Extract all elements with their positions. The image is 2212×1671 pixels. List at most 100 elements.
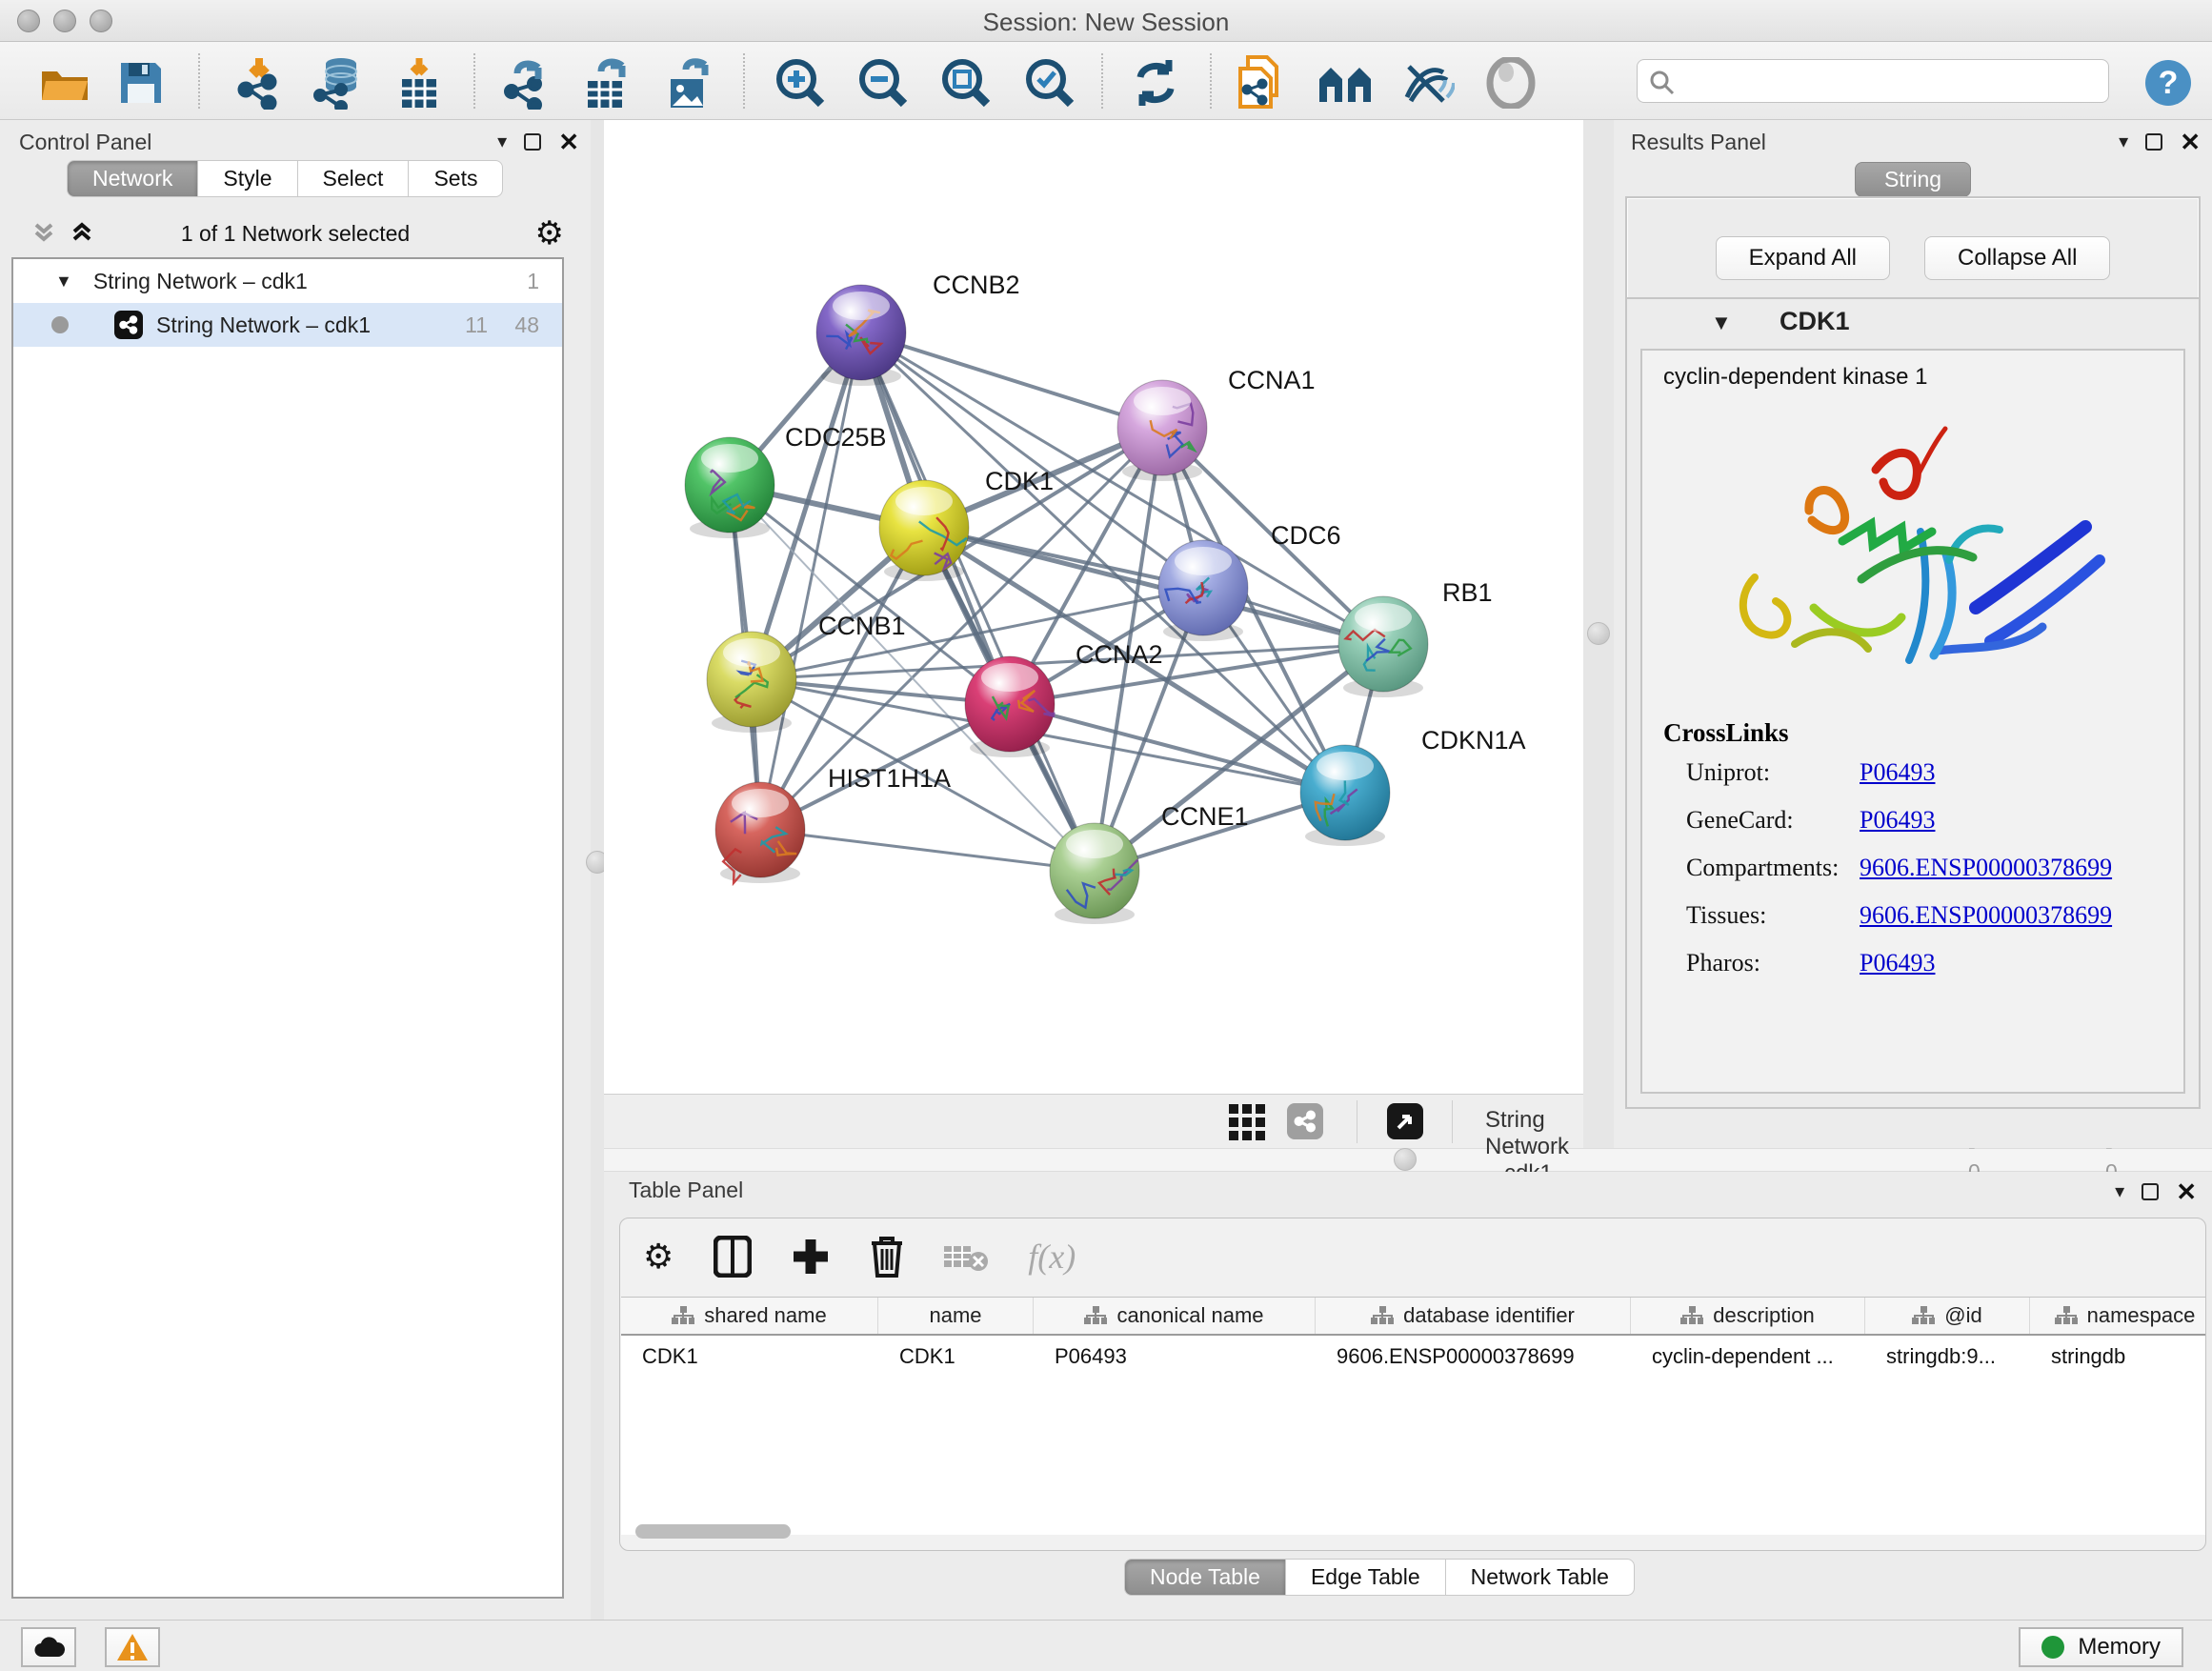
panel-close-icon[interactable]: ✕: [2176, 1183, 2197, 1200]
column-header-canonical-name[interactable]: canonical name: [1034, 1298, 1316, 1334]
gear-icon[interactable]: ⚙: [535, 217, 564, 250]
panel-float-icon[interactable]: [2142, 1183, 2159, 1200]
tab-edge-table[interactable]: Edge Table: [1286, 1559, 1446, 1596]
table-row[interactable]: CDK1CDK1P064939606.ENSP00000378699cyclin…: [621, 1336, 2205, 1378]
warnings-button[interactable]: [105, 1627, 160, 1667]
horizontal-scrollbar-thumb[interactable]: [635, 1524, 791, 1539]
tab-node-table[interactable]: Node Table: [1124, 1559, 1286, 1596]
table-cell[interactable]: stringdb:9...: [1865, 1336, 2030, 1378]
network-canvas[interactable]: CCNB2CCNA1CDC25BCDK1CDC6RB1CCNB1CCNA2CDK…: [604, 120, 1583, 1094]
node-result-header[interactable]: ▼ CDK1: [1627, 299, 2199, 347]
open-file-icon[interactable]: [38, 56, 91, 110]
cloud-button[interactable]: [21, 1627, 76, 1667]
zoom-fit-icon[interactable]: [939, 56, 993, 110]
panel-close-icon[interactable]: ✕: [2180, 133, 2201, 151]
network-node-CCNA1[interactable]: [1117, 380, 1207, 481]
network-node-CCNE1[interactable]: [1050, 823, 1139, 924]
collapse-caret-icon[interactable]: ▼: [1711, 311, 1732, 335]
table-cell[interactable]: 9606.ENSP00000378699: [1316, 1336, 1631, 1378]
memory-button[interactable]: Memory: [2019, 1627, 2183, 1667]
table-cell[interactable]: CDK1: [621, 1336, 878, 1378]
network-edge[interactable]: [760, 830, 1095, 871]
column-header-description[interactable]: description: [1631, 1298, 1865, 1334]
export-network-icon[interactable]: [498, 56, 552, 110]
network-row[interactable]: String Network – cdk1 11 48: [13, 303, 562, 347]
import-database-icon[interactable]: [311, 56, 364, 110]
search-input[interactable]: [1683, 64, 2093, 98]
panel-menu-icon[interactable]: ▾: [497, 130, 507, 153]
table-cell[interactable]: stringdb: [2030, 1336, 2205, 1378]
network-graph[interactable]: CCNB2CCNA1CDC25BCDK1CDC6RB1CCNB1CCNA2CDK…: [604, 120, 1583, 1094]
crosslink-link[interactable]: 9606.ENSP00000378699: [1860, 854, 2112, 881]
tab-network-table[interactable]: Network Table: [1446, 1559, 1635, 1596]
network-node-CCNA2[interactable]: [965, 656, 1056, 757]
network-node-CDK1[interactable]: [879, 480, 969, 581]
zoom-in-icon[interactable]: [774, 56, 827, 110]
help-icon[interactable]: ?: [2142, 56, 2195, 110]
network-node-CDC25B[interactable]: [685, 437, 774, 538]
tab-sets[interactable]: Sets: [409, 160, 503, 197]
zoom-selected-icon[interactable]: [1023, 56, 1076, 110]
column-header-namespace[interactable]: namespace: [2030, 1298, 2205, 1334]
tab-select[interactable]: Select: [298, 160, 410, 197]
network-edge[interactable]: [861, 332, 1162, 428]
panel-menu-icon[interactable]: ▾: [2115, 1179, 2124, 1203]
column-header-shared-name[interactable]: shared name: [621, 1298, 878, 1334]
tab-network[interactable]: Network: [67, 160, 198, 197]
clear-table-icon[interactable]: [944, 1240, 988, 1273]
column-header-@id[interactable]: @id: [1865, 1298, 2030, 1334]
birdseye-view-icon[interactable]: [1387, 1103, 1423, 1139]
panel-float-icon[interactable]: [524, 133, 541, 151]
table-cell[interactable]: cyclin-dependent ...: [1631, 1336, 1865, 1378]
tab-style[interactable]: Style: [198, 160, 297, 197]
add-column-icon[interactable]: [792, 1238, 830, 1276]
expand-all-button[interactable]: Expand All: [1716, 236, 1890, 280]
function-builder-icon[interactable]: f(x): [1028, 1237, 1076, 1277]
panel-close-icon[interactable]: ✕: [558, 133, 579, 151]
crosslink-link[interactable]: 9606.ENSP00000378699: [1860, 901, 2112, 929]
column-header-database-identifier[interactable]: database identifier: [1316, 1298, 1631, 1334]
panel-menu-icon[interactable]: ▾: [2119, 130, 2128, 153]
bottom-splitter-handle[interactable]: [1394, 1148, 1417, 1171]
first-neighbors-icon[interactable]: [1317, 56, 1371, 110]
string-view-icon[interactable]: [1287, 1103, 1323, 1139]
right-splitter-handle[interactable]: [1587, 622, 1610, 645]
export-image-icon[interactable]: [663, 56, 716, 110]
table-cell[interactable]: CDK1: [878, 1336, 1034, 1378]
table-cell[interactable]: P06493: [1034, 1336, 1316, 1378]
duplicate-network-icon[interactable]: [1233, 56, 1286, 110]
node-label-HIST1H1A: HIST1H1A: [828, 764, 951, 793]
network-node-HIST1H1A[interactable]: [715, 782, 805, 883]
network-node-CCNB2[interactable]: [816, 285, 906, 386]
crosslink-link[interactable]: P06493: [1860, 758, 1935, 786]
grid-view-icon[interactable]: [1229, 1104, 1265, 1140]
select-columns-icon[interactable]: [714, 1236, 752, 1278]
import-network-icon[interactable]: [232, 56, 286, 110]
network-node-RB1[interactable]: [1338, 596, 1428, 697]
export-table-icon[interactable]: [580, 56, 633, 110]
import-table-icon[interactable]: [392, 56, 446, 110]
column-header-name[interactable]: name: [878, 1298, 1034, 1334]
show-all-icon[interactable]: [1484, 56, 1538, 110]
hide-selected-icon[interactable]: [1401, 56, 1455, 110]
network-node-CCNB1[interactable]: [707, 632, 796, 733]
crosslink-link[interactable]: P06493: [1860, 949, 1935, 976]
tab-string[interactable]: String: [1855, 162, 1971, 197]
save-session-icon[interactable]: [114, 56, 168, 110]
network-collection-row[interactable]: ▼ String Network – cdk1 1: [13, 259, 562, 303]
network-edge[interactable]: [752, 644, 1383, 679]
zoom-out-icon[interactable]: [856, 56, 910, 110]
network-node-CDKN1A[interactable]: [1300, 745, 1390, 846]
table-settings-icon[interactable]: ⚙: [643, 1237, 674, 1277]
node-table: shared namenamecanonical namedatabase id…: [621, 1297, 2205, 1535]
results-panel: Results Panel ▾ ✕ String Expand All Coll…: [1614, 120, 2212, 1148]
delete-column-icon[interactable]: [870, 1236, 904, 1278]
network-edge[interactable]: [1010, 704, 1345, 793]
tree-caret-icon[interactable]: ▼: [55, 272, 72, 292]
network-edge[interactable]: [760, 332, 861, 830]
refresh-icon[interactable]: [1129, 56, 1182, 110]
network-node-CDC6[interactable]: [1158, 540, 1248, 641]
collapse-all-button[interactable]: Collapse All: [1924, 236, 2110, 280]
crosslink-link[interactable]: P06493: [1860, 806, 1935, 834]
panel-float-icon[interactable]: [2145, 133, 2162, 151]
